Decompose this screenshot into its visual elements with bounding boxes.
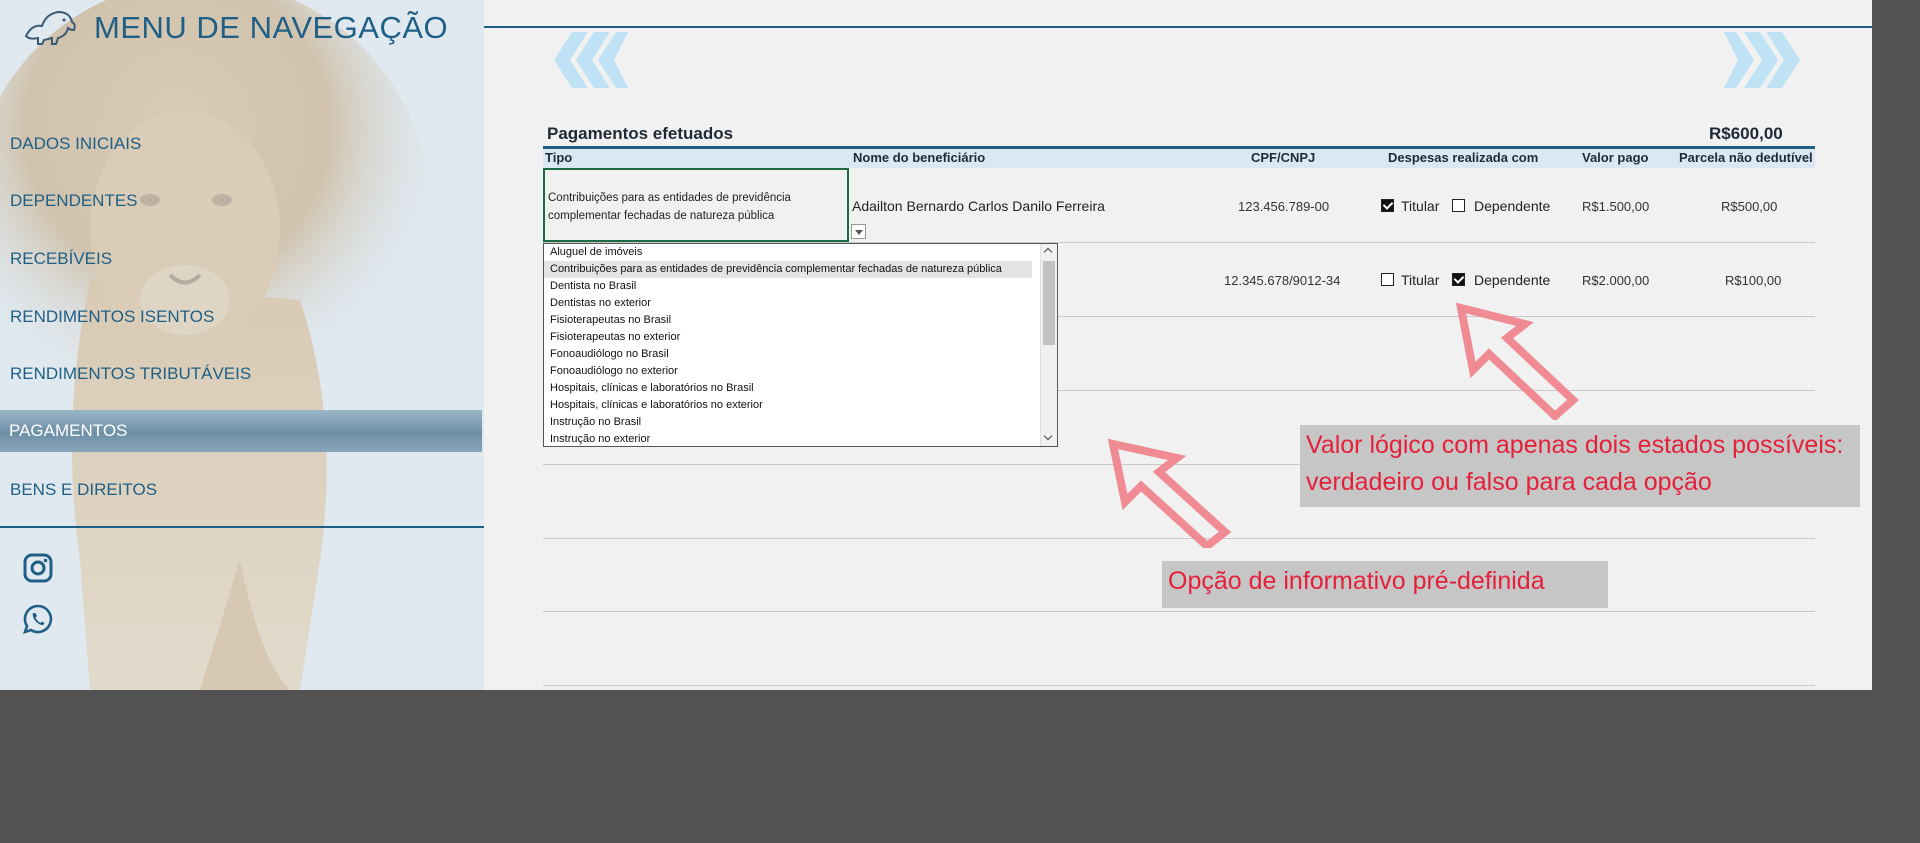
table-header: Tipo Nome do beneficiário CPF/CNPJ Despe… — [543, 149, 1815, 168]
row1-parcela: R$500,00 — [1721, 199, 1778, 214]
row1-dependente-label: Dependente — [1474, 198, 1551, 214]
row2-dependente-label: Dependente — [1474, 272, 1551, 288]
scroll-down-icon[interactable] — [1041, 430, 1057, 446]
instagram-icon[interactable] — [22, 552, 54, 584]
tipo-dropdown-list[interactable]: Aluguel de imóveis Contribuições para as… — [543, 243, 1058, 447]
row1-valor: R$1.500,00 — [1582, 199, 1650, 214]
nav-item-dados-iniciais[interactable]: DADOS INICIAIS — [10, 134, 141, 154]
dropdown-option[interactable]: Dentistas no exterior — [544, 295, 1032, 312]
header-cpf: CPF/CNPJ — [1251, 150, 1316, 165]
scrollbar-thumb[interactable] — [1043, 261, 1055, 345]
row2-cpf: 12.345.678/9012-34 — [1224, 273, 1341, 288]
top-divider — [484, 26, 1872, 28]
dropdown-option[interactable]: Fisioterapeutas no exterior — [544, 329, 1032, 346]
chevron-right-icon[interactable] — [1724, 30, 1810, 90]
header-parcela: Parcela não dedutível — [1679, 150, 1813, 165]
row2-titular-label: Titular — [1401, 272, 1440, 288]
whatsapp-icon[interactable] — [22, 603, 54, 635]
nav-item-dependentes[interactable]: DEPENDENTES — [10, 191, 138, 211]
nav-item-rendimentos-isentos[interactable]: RENDIMENTOS ISENTOS — [10, 307, 214, 327]
dropdown-option[interactable]: Hospitais, clínicas e laboratórios no ex… — [544, 397, 1032, 414]
row1-cpf: 123.456.789-00 — [1238, 199, 1330, 214]
dropdown-option[interactable]: Fisioterapeutas no Brasil — [544, 312, 1032, 329]
row1-nome: Adailton Bernardo Carlos Danilo Ferreira — [852, 198, 1105, 214]
dropdown-option-selected[interactable]: Contribuições para as entidades de previ… — [544, 261, 1032, 278]
nav-item-pagamentos[interactable]: PAGAMENTOS — [0, 410, 482, 452]
row1-titular-checkbox[interactable] — [1381, 199, 1394, 212]
dropdown-option[interactable]: Dentista no Brasil — [544, 278, 1032, 295]
row-divider — [543, 685, 1815, 686]
dropdown-option[interactable]: Hospitais, clínicas e laboratórios no Br… — [544, 380, 1032, 397]
dropdown-scrollbar[interactable] — [1040, 244, 1057, 446]
section-title: Pagamentos efetuados — [547, 124, 734, 143]
nav-item-rendimentos-tributaveis[interactable]: RENDIMENTOS TRIBUTÁVEIS — [10, 364, 251, 384]
nav-item-recebiveis[interactable]: RECEBÍVEIS — [10, 249, 112, 269]
row2-dependente-checkbox[interactable] — [1452, 273, 1465, 286]
row-divider — [543, 611, 1815, 612]
dropdown-option[interactable]: Fonoaudiólogo no exterior — [544, 363, 1032, 380]
header-despesas: Despesas realizada com — [1388, 150, 1539, 165]
header-nome: Nome do beneficiário — [853, 150, 986, 165]
dropdown-option[interactable]: Aluguel de imóveis — [544, 244, 1032, 261]
annotation-logical-value: Valor lógico com apenas dois estados pos… — [1300, 425, 1860, 507]
sidebar-divider — [0, 526, 484, 528]
nav-title: MENU DE NAVEGAÇÃO — [94, 10, 449, 45]
annotation-predefined-option: Opção de informativo pré-definida — [1162, 561, 1608, 608]
row1-titular-label: Titular — [1401, 198, 1440, 214]
row2-valor: R$2.000,00 — [1582, 273, 1650, 288]
dropdown-option[interactable]: Instrução no Brasil — [544, 414, 1032, 431]
arrow-up-left-icon — [1455, 302, 1579, 420]
lion-logo-icon — [24, 10, 76, 45]
nav-item-bens-e-direitos[interactable]: BENS E DIREITOS — [10, 480, 157, 500]
dropdown-option[interactable]: Fonoaudiólogo no Brasil — [544, 346, 1032, 363]
sidebar-overlay — [0, 0, 484, 690]
header-valor: Valor pago — [1582, 150, 1649, 165]
section-total: R$600,00 — [1709, 124, 1783, 143]
app-window: MENU DE NAVEGAÇÃO DADOS INICIAIS DEPENDE… — [0, 0, 1872, 690]
row2-titular-checkbox[interactable] — [1381, 273, 1394, 286]
dropdown-option[interactable]: Instrução no exterior — [544, 431, 1032, 446]
scroll-up-icon[interactable] — [1041, 244, 1057, 260]
sidebar: MENU DE NAVEGAÇÃO DADOS INICIAIS DEPENDE… — [0, 0, 484, 690]
row1-dependente-checkbox[interactable] — [1452, 199, 1465, 212]
tipo-cell-selected[interactable]: Contribuições para as entidades de previ… — [543, 168, 849, 242]
row2-parcela: R$100,00 — [1725, 273, 1782, 288]
arrow-up-left-icon — [1107, 438, 1232, 548]
chevron-left-icon[interactable] — [542, 30, 628, 90]
header-tipo: Tipo — [545, 150, 573, 165]
dropdown-toggle-button[interactable] — [851, 224, 866, 239]
